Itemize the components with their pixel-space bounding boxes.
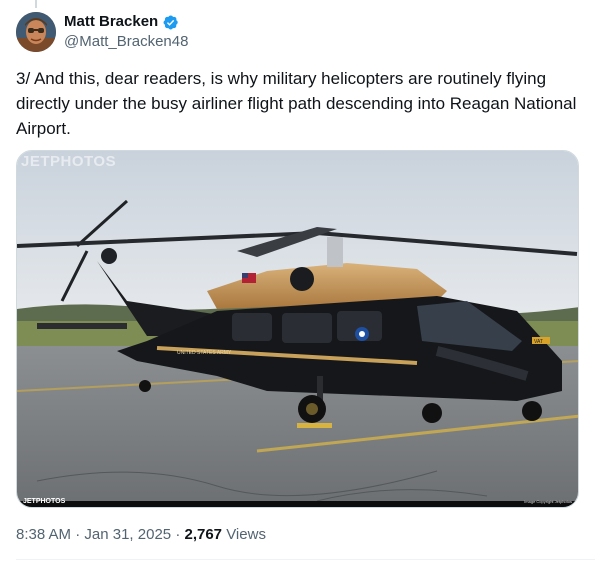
watermark-corner: Image Copyright Jetphotos <box>524 499 572 504</box>
author-name-row[interactable]: Matt Bracken <box>64 13 179 31</box>
divider <box>16 559 595 560</box>
views-count: 2,767 <box>184 526 223 543</box>
watermark-top: JETPHOTOS <box>21 153 117 170</box>
watermark-bottom: JETPHOTOS <box>23 498 66 505</box>
helicopter-photo-icon: UNITED STATES ARMY VAT <box>17 151 578 507</box>
avatar[interactable] <box>16 12 56 52</box>
tweet-media-image[interactable]: UNITED STATES ARMY VAT JETPHOTOS JETPHOT… <box>16 150 579 508</box>
tweet-metadata: 8:38 AM · Jan 31, 2025 · 2,767 Views <box>16 525 266 545</box>
meta-separator: · <box>175 526 181 543</box>
tail-marking-text: UNITED STATES ARMY <box>177 350 232 356</box>
meta-separator: · <box>75 526 81 543</box>
author-handle[interactable]: @Matt_Bracken48 <box>64 33 188 51</box>
views-label: Views <box>226 526 266 543</box>
verified-badge-icon <box>163 15 178 29</box>
wheel-chock-text: VAT <box>534 339 543 345</box>
tweet-date[interactable]: Jan 31, 2025 <box>84 526 171 543</box>
author-display-name[interactable]: Matt Bracken <box>64 13 158 31</box>
thread-connector-line <box>35 0 37 8</box>
tweet-time[interactable]: 8:38 AM <box>16 526 71 543</box>
tweet-text: 3/ And this, dear readers, is why milita… <box>16 69 577 138</box>
avatar-portrait-icon <box>16 12 56 52</box>
